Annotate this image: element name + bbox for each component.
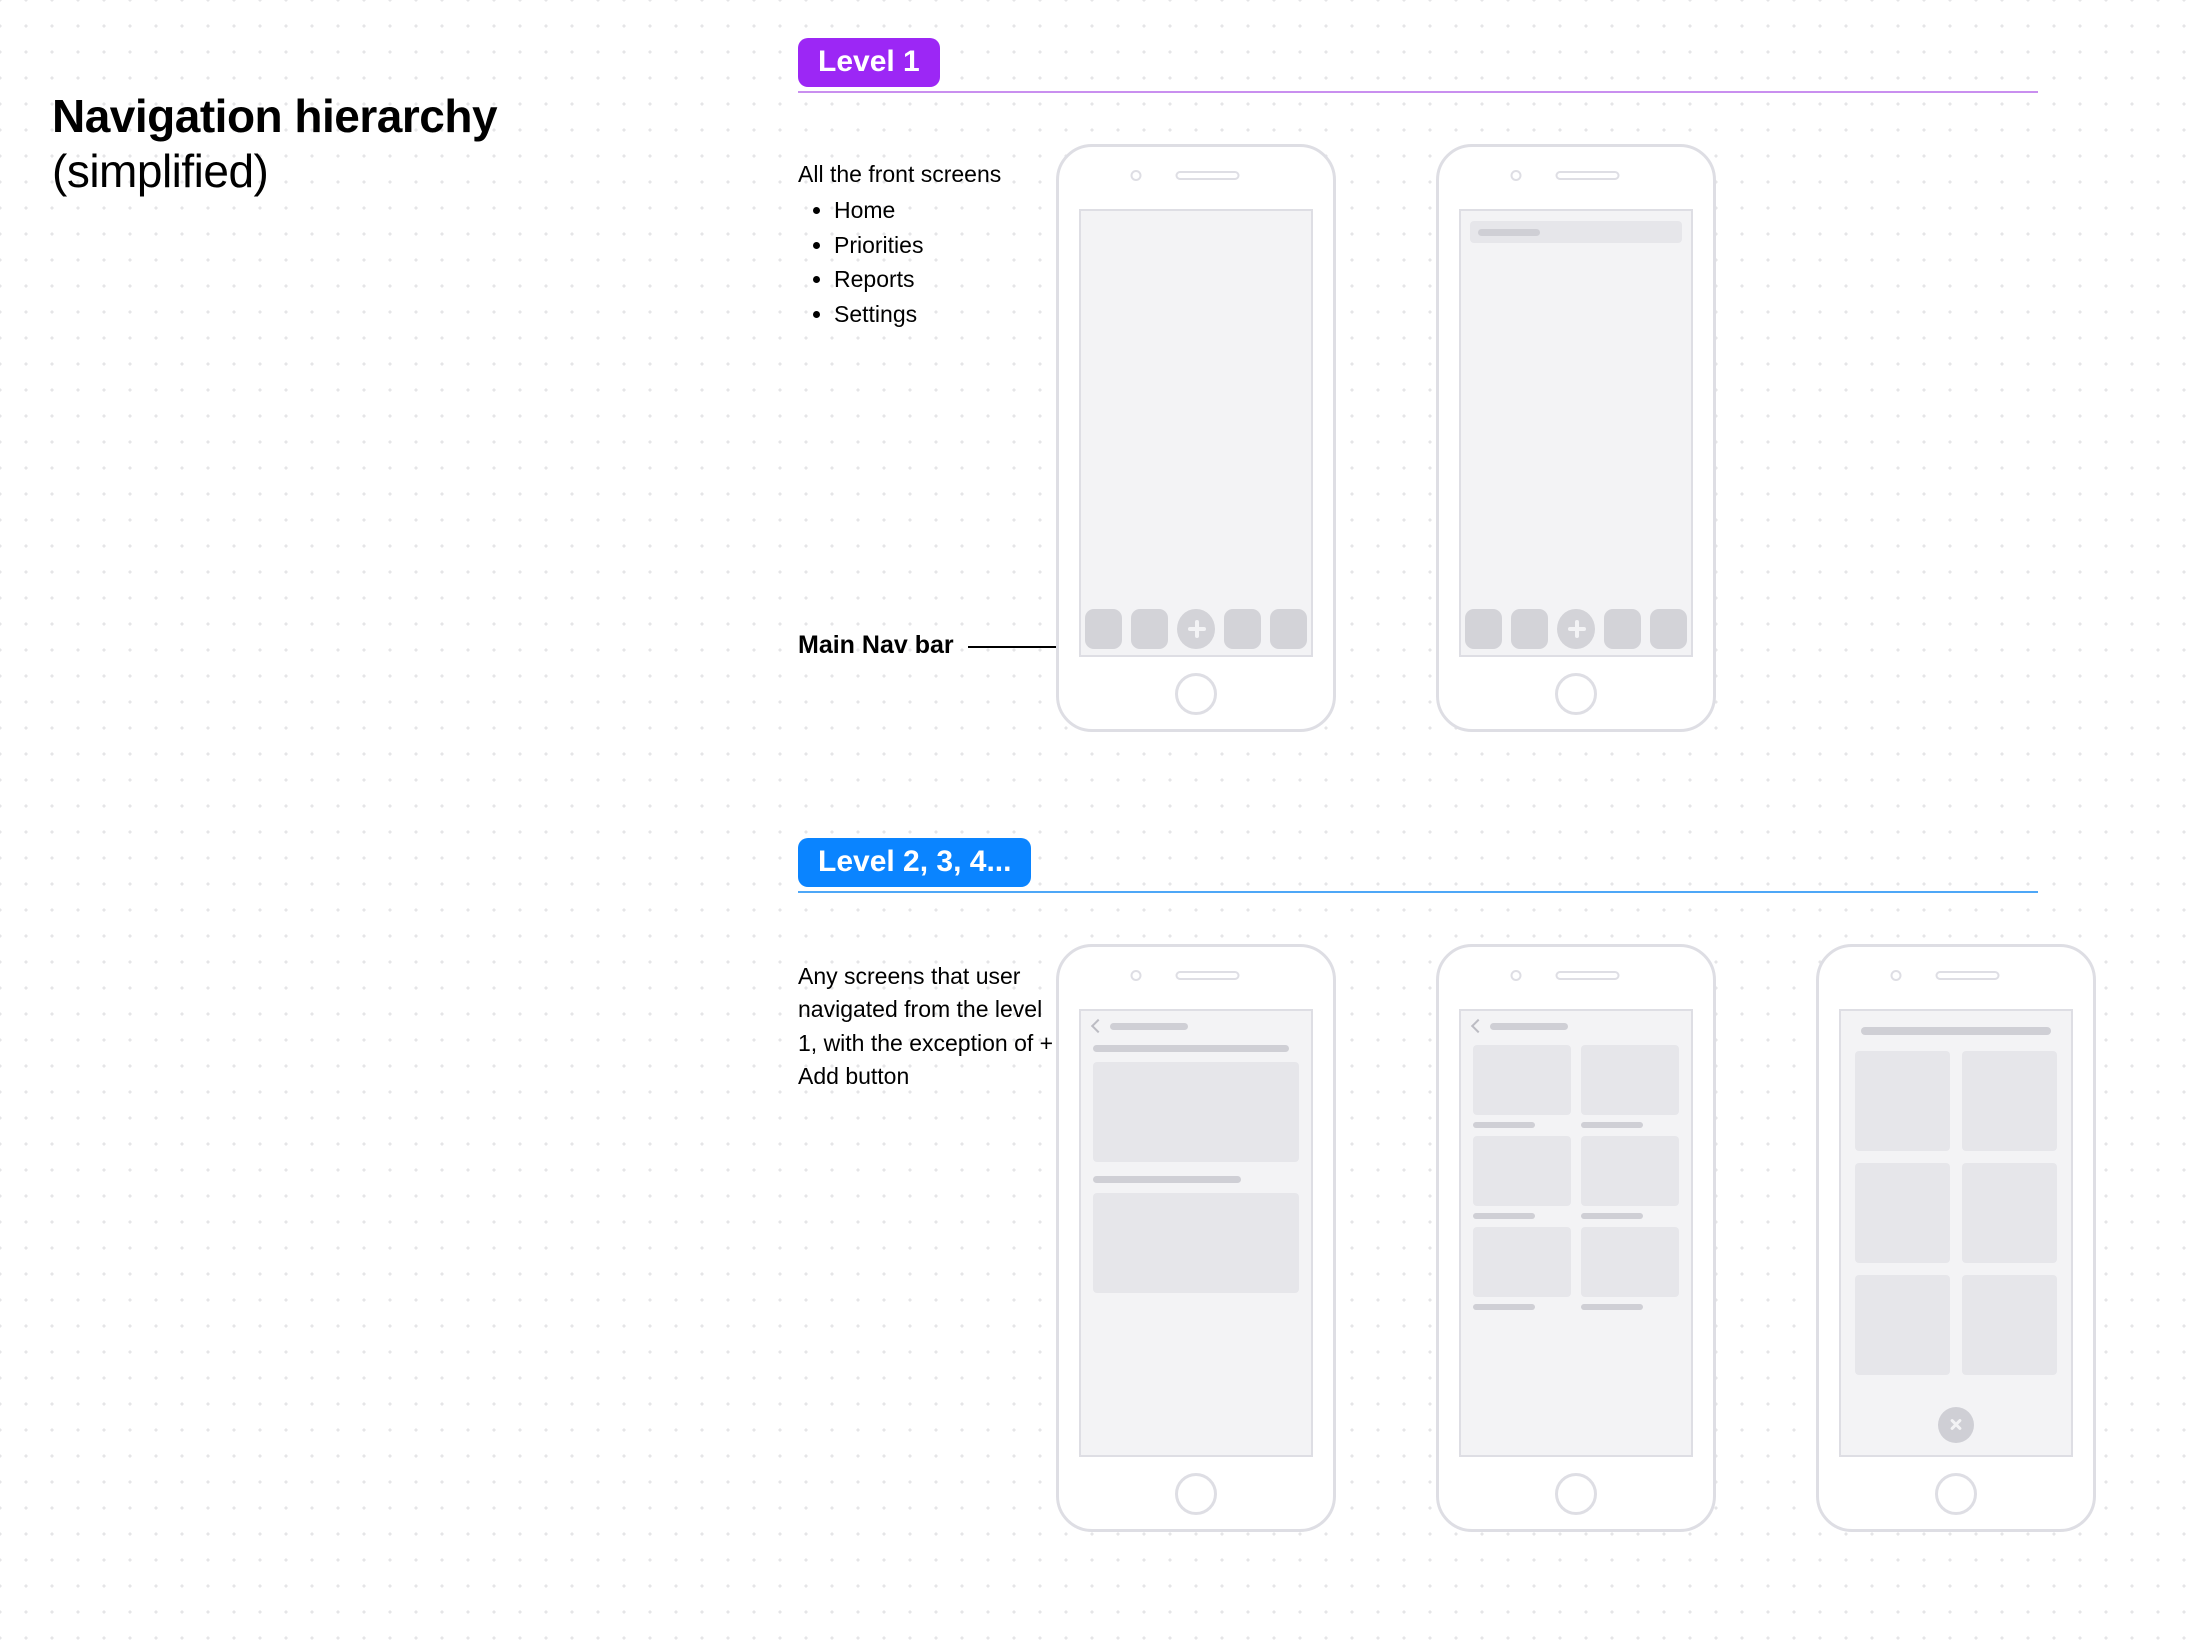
level-2-underline <box>798 891 2038 893</box>
grid-2col <box>1473 1045 1679 1310</box>
phone-wireframe-level2-b <box>1436 944 1716 1532</box>
label-placeholder <box>1581 1304 1643 1310</box>
title-placeholder <box>1490 1023 1568 1030</box>
block-placeholder <box>1473 1045 1571 1115</box>
camera-icon <box>1131 170 1142 181</box>
phone-screen <box>1459 1009 1693 1457</box>
label-placeholder <box>1581 1213 1643 1219</box>
grid-2col <box>1851 1051 2061 1375</box>
speaker-icon <box>1556 171 1620 180</box>
title-sub: (simplified) <box>52 145 497 198</box>
home-button-icon <box>1935 1473 1977 1515</box>
block-placeholder <box>1855 1275 1950 1375</box>
level-1-desc: All the front screens Home Priorities Re… <box>798 158 1001 331</box>
block-placeholder <box>1473 1227 1571 1297</box>
speaker-icon <box>1176 171 1240 180</box>
phone-sensors <box>1533 970 1620 981</box>
tab-item[interactable] <box>1131 609 1168 649</box>
header-bar-placeholder <box>1470 221 1682 243</box>
level-1-intro: All the front screens <box>798 158 1001 191</box>
phone-wireframe-level2-c <box>1816 944 2096 1532</box>
tab-bar <box>1461 603 1691 655</box>
phone-sensors <box>1153 170 1240 181</box>
phone-wireframe-level1-b <box>1436 144 1716 732</box>
home-button-icon <box>1555 1473 1597 1515</box>
phone-screen <box>1079 209 1313 657</box>
tab-item[interactable] <box>1604 609 1641 649</box>
level-1-pill: Level 1 <box>798 38 940 87</box>
card-placeholder <box>1093 1062 1299 1162</box>
tab-item[interactable] <box>1270 609 1307 649</box>
camera-icon <box>1131 970 1142 981</box>
chevron-left-icon <box>1091 1019 1105 1033</box>
block-placeholder <box>1581 1227 1679 1297</box>
label-placeholder <box>1473 1213 1535 1219</box>
tab-item[interactable] <box>1511 609 1548 649</box>
phone-screen <box>1459 209 1693 657</box>
home-button-icon <box>1175 1473 1217 1515</box>
block-placeholder <box>1962 1051 2057 1151</box>
label-placeholder <box>1581 1122 1643 1128</box>
phone-sensors <box>1533 170 1620 181</box>
level-1-list-item: Priorities <box>834 228 1001 263</box>
tab-item[interactable] <box>1465 609 1502 649</box>
phone-wireframe-level2-a <box>1056 944 1336 1532</box>
speaker-icon <box>1176 971 1240 980</box>
title-placeholder <box>1861 1027 2051 1035</box>
tab-add-button[interactable] <box>1177 609 1214 649</box>
block-placeholder <box>1855 1163 1950 1263</box>
section-level-1: Level 1 <box>798 38 2038 93</box>
close-icon[interactable] <box>1938 1407 1974 1443</box>
chevron-left-icon <box>1471 1019 1485 1033</box>
block-placeholder <box>1962 1275 2057 1375</box>
section-level-2: Level 2, 3, 4... <box>798 838 2038 893</box>
phone-sensors <box>1153 970 1240 981</box>
level-1-underline <box>798 91 2038 93</box>
level-2-pill: Level 2, 3, 4... <box>798 838 1031 887</box>
title-placeholder <box>1110 1023 1188 1030</box>
tab-item[interactable] <box>1650 609 1687 649</box>
back-row[interactable] <box>1473 1021 1679 1031</box>
speaker-icon <box>1556 971 1620 980</box>
card-placeholder <box>1093 1193 1299 1293</box>
tab-item[interactable] <box>1085 609 1122 649</box>
phone-sensors <box>1913 970 2000 981</box>
camera-icon <box>1511 970 1522 981</box>
home-button-icon <box>1555 673 1597 715</box>
home-button-icon <box>1175 673 1217 715</box>
camera-icon <box>1891 970 1902 981</box>
phone-screen <box>1079 1009 1313 1457</box>
speaker-icon <box>1936 971 2000 980</box>
block-placeholder <box>1581 1136 1679 1206</box>
level-2-desc: Any screens that user navigated from the… <box>798 960 1058 1093</box>
back-row[interactable] <box>1093 1021 1299 1031</box>
label-placeholder <box>1473 1122 1535 1128</box>
tab-add-button[interactable] <box>1557 609 1594 649</box>
level-1-list-item: Settings <box>834 297 1001 332</box>
main-nav-bar-label: Main Nav bar <box>798 631 954 660</box>
text-line-placeholder <box>1093 1045 1289 1052</box>
level-1-list-item: Home <box>834 193 1001 228</box>
title-main: Navigation hierarchy <box>52 90 497 143</box>
block-placeholder <box>1581 1045 1679 1115</box>
page-title: Navigation hierarchy (simplified) <box>52 90 497 198</box>
tab-item[interactable] <box>1224 609 1261 649</box>
level-1-list-item: Reports <box>834 262 1001 297</box>
phone-wireframe-level1-a <box>1056 144 1336 732</box>
block-placeholder <box>1855 1051 1950 1151</box>
block-placeholder <box>1962 1163 2057 1263</box>
phone-screen <box>1839 1009 2073 1457</box>
text-line-placeholder <box>1093 1176 1241 1183</box>
tab-bar <box>1081 603 1311 655</box>
camera-icon <box>1511 170 1522 181</box>
level-1-list: Home Priorities Reports Settings <box>834 193 1001 331</box>
label-placeholder <box>1473 1304 1535 1310</box>
block-placeholder <box>1473 1136 1571 1206</box>
